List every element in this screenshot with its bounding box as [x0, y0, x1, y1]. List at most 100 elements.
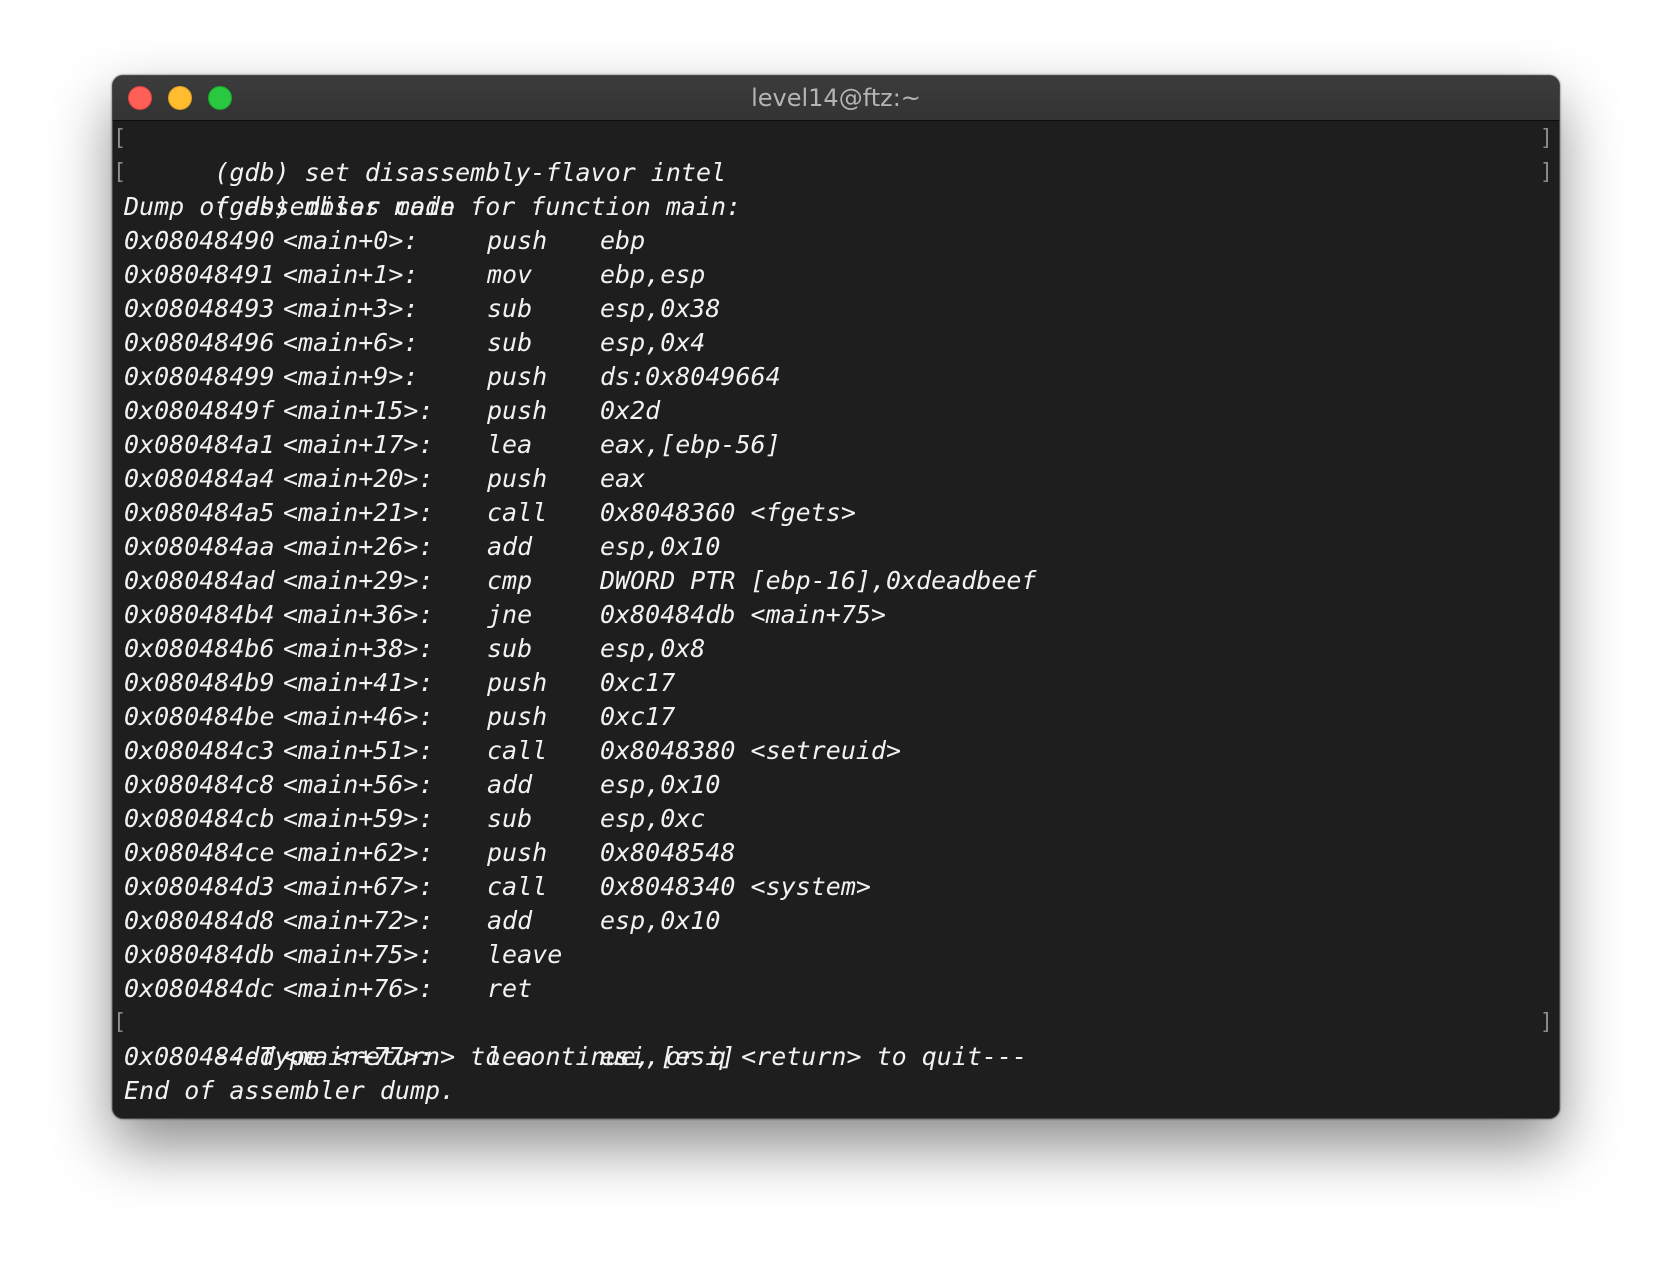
instruction-operands: eax	[600, 464, 646, 493]
instruction-address: 0x080484ad	[124, 566, 275, 595]
terminal-output[interactable]: [(gdb) set disassembly-flavor intel] [(g…	[113, 121, 1559, 1118]
instruction-row: 0x080484b9 <main+41>: push 0xc17	[113, 666, 1559, 700]
instruction-operands: 0x80484db <main+75>	[600, 600, 886, 629]
instruction-operands: esp,0x4	[600, 328, 706, 357]
instruction-address: 0x080484d8	[124, 906, 275, 935]
instruction-operands: 0x8048380 <setreuid>	[600, 736, 902, 765]
instruction-opcode: call	[487, 872, 548, 901]
instruction-opcode: push	[487, 668, 548, 697]
instruction-address: 0x08048499	[124, 362, 275, 391]
instruction-symbol: <main+3>:	[283, 294, 419, 323]
instruction-row: 0x080484dd <main+77>: lea esi,[esi]	[113, 1040, 1559, 1074]
instruction-address: 0x08048496	[124, 328, 275, 357]
instruction-symbol: <main+17>:	[283, 430, 434, 459]
instruction-operands: esp,0x10	[600, 770, 721, 799]
instruction-opcode: lea	[487, 430, 533, 459]
instruction-symbol: <main+62>:	[283, 838, 434, 867]
instruction-row: 0x080484a5 <main+21>: call 0x8048360 <fgets…	[113, 496, 1559, 530]
instruction-operands: 0x2d	[600, 396, 661, 425]
instruction-address: 0x080484be	[124, 702, 275, 731]
line-mark-right: ]	[1539, 160, 1553, 185]
instruction-row: 0x080484b6 <main+38>: sub esp,0x8	[113, 632, 1559, 666]
instruction-operands: esp,0xc	[600, 804, 706, 833]
line-mark-right: ]	[1539, 126, 1553, 151]
instruction-row: 0x080484b4 <main+36>: jne 0x80484db <main+7…	[113, 598, 1559, 632]
instruction-opcode: sub	[487, 634, 533, 663]
instruction-row: 0x080484be <main+46>: push 0xc17	[113, 700, 1559, 734]
instruction-opcode: sub	[487, 328, 533, 357]
instruction-symbol: <main+41>:	[283, 668, 434, 697]
instruction-opcode: sub	[487, 294, 533, 323]
instruction-symbol: <main+1>:	[283, 260, 419, 289]
instruction-list-continued: 0x080484dd <main+77>: lea esi,[esi]	[113, 1040, 1559, 1074]
instruction-symbol: <main+20>:	[283, 464, 434, 493]
instruction-operands: 0xc17	[600, 668, 676, 697]
window-title: level14@ftz:~	[751, 84, 921, 112]
instruction-symbol: <main+56>:	[283, 770, 434, 799]
instruction-row: 0x080484cb <main+59>: sub esp,0xc	[113, 802, 1559, 836]
title-bar[interactable]: level14@ftz:~	[113, 76, 1559, 121]
instruction-opcode: mov	[487, 260, 533, 289]
instruction-symbol: <main+72>:	[283, 906, 434, 935]
instruction-row: 0x0804849f <main+15>: push 0x2d	[113, 394, 1559, 428]
instruction-operands: esp,0x8	[600, 634, 706, 663]
line-mark-left: [	[113, 160, 127, 185]
instruction-symbol: <main+9>:	[283, 362, 419, 391]
instruction-opcode: call	[487, 498, 548, 527]
instruction-address: 0x0804849f	[124, 396, 275, 425]
instruction-opcode: call	[487, 736, 548, 765]
instruction-address: 0x08048493	[124, 294, 275, 323]
instruction-address: 0x080484dc	[124, 974, 275, 1003]
instruction-operands: 0x8048360 <fgets>	[600, 498, 856, 527]
instruction-opcode: sub	[487, 804, 533, 833]
instruction-row: 0x080484aa <main+26>: add esp,0x10	[113, 530, 1559, 564]
instruction-symbol: <main+6>:	[283, 328, 419, 357]
instruction-opcode: push	[487, 464, 548, 493]
instruction-operands: esp,0x10	[600, 532, 721, 561]
instruction-row: 0x080484ce <main+62>: push 0x8048548	[113, 836, 1559, 870]
instruction-address: 0x08048490	[124, 226, 275, 255]
instruction-address: 0x080484c8	[124, 770, 275, 799]
instruction-address: 0x080484b6	[124, 634, 275, 663]
instruction-operands: eax,[ebp-56]	[600, 430, 781, 459]
instruction-row: 0x080484a4 <main+20>: push eax	[113, 462, 1559, 496]
instruction-opcode: push	[487, 702, 548, 731]
instruction-opcode: add	[487, 906, 533, 935]
instruction-operands: esp,0x38	[600, 294, 721, 323]
instruction-operands: ebp	[600, 226, 646, 255]
instruction-symbol: <main+51>:	[283, 736, 434, 765]
instruction-row: 0x080484c3 <main+51>: call 0x8048380 <setre…	[113, 734, 1559, 768]
instruction-symbol: <main+29>:	[283, 566, 434, 595]
instruction-address: 0x080484cb	[124, 804, 275, 833]
instruction-operands: 0x8048548	[600, 838, 736, 867]
instruction-opcode: lea	[487, 1042, 533, 1071]
instruction-operands: DWORD PTR [ebp-16],0xdeadbeef	[600, 566, 1037, 595]
pager-prompt-line: [---Type <return> to continue, or q <ret…	[113, 1006, 1559, 1071]
instruction-symbol: <main+21>:	[283, 498, 434, 527]
instruction-address: 0x080484d3	[124, 872, 275, 901]
instruction-opcode: push	[487, 362, 548, 391]
instruction-row: 0x080484a1 <main+17>: lea eax,[ebp-56]	[113, 428, 1559, 462]
instruction-symbol: <main+76>:	[283, 974, 434, 1003]
instruction-symbol: <main+59>:	[283, 804, 434, 833]
instruction-address: 0x080484aa	[124, 532, 275, 561]
instruction-operands: 0xc17	[600, 702, 676, 731]
instruction-operands: ds:0x8049664	[600, 362, 781, 391]
dump-footer: End of assembler dump.	[124, 1076, 456, 1105]
instruction-row: 0x08048491 <main+1>: mov ebp,esp	[113, 258, 1559, 292]
instruction-row: 0x080484dc <main+76>: ret	[113, 972, 1559, 1006]
instruction-opcode: push	[487, 226, 548, 255]
instruction-opcode: cmp	[487, 566, 533, 595]
instruction-list: 0x08048490 <main+0>: push ebp 0x08048491 <mai…	[113, 224, 1559, 1006]
instruction-address: 0x080484a5	[124, 498, 275, 527]
instruction-symbol: <main+75>:	[283, 940, 434, 969]
instruction-operands: esi,[esi]	[600, 1042, 736, 1071]
instruction-opcode: add	[487, 770, 533, 799]
instruction-row: 0x080484d3 <main+67>: call 0x8048340 <syste…	[113, 870, 1559, 904]
instruction-row: 0x08048496 <main+6>: sub esp,0x4	[113, 326, 1559, 360]
instruction-address: 0x080484db	[124, 940, 275, 969]
instruction-symbol: <main+67>:	[283, 872, 434, 901]
instruction-operands: esp,0x10	[600, 906, 721, 935]
instruction-address: 0x080484c3	[124, 736, 275, 765]
instruction-symbol: <main+38>:	[283, 634, 434, 663]
